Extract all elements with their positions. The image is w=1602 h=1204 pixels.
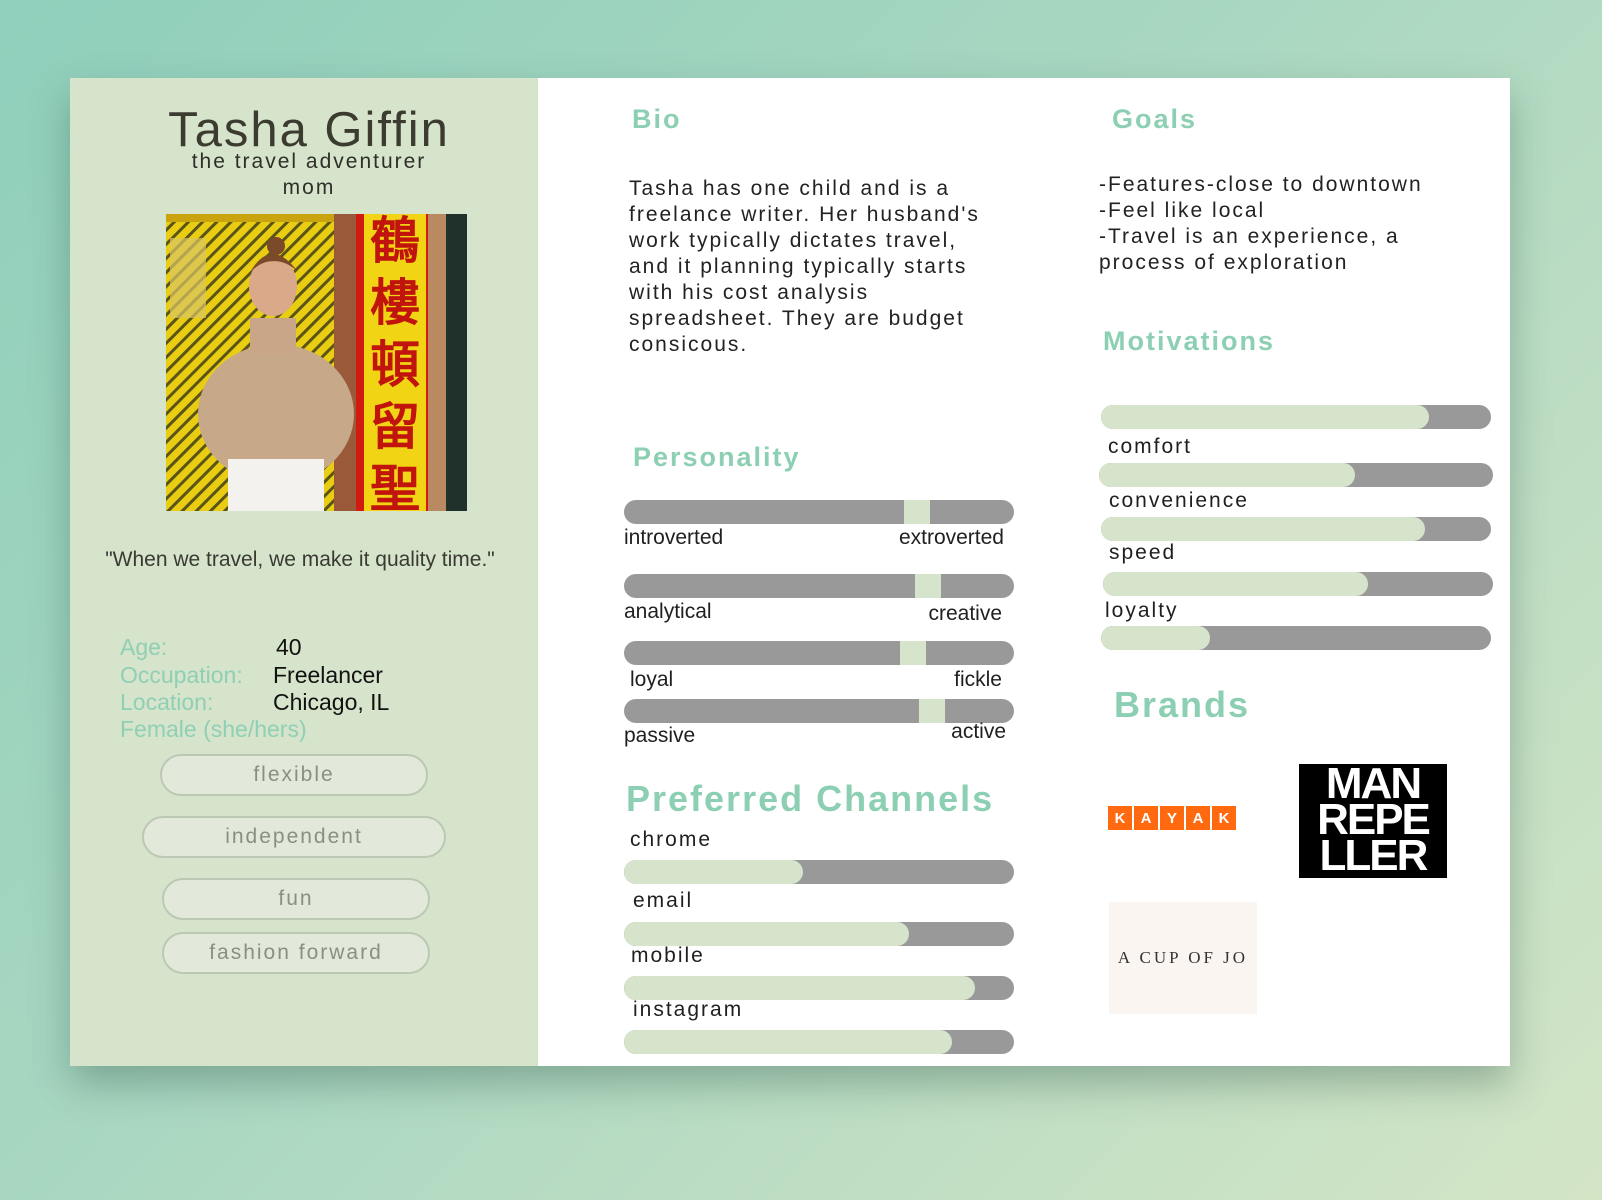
scale-left-label: passive — [624, 724, 696, 747]
channel-label: email — [633, 889, 694, 912]
channel-label: chrome — [630, 828, 713, 851]
channel-bar — [624, 860, 1014, 884]
goal-item: -Features-close to downtown — [1099, 173, 1423, 196]
scale-right-label: fickle — [954, 668, 1002, 691]
goal-item: -Feel like local — [1099, 199, 1266, 222]
scale-marker — [915, 574, 942, 598]
scale-right-label: active — [951, 720, 1006, 743]
motivation-label: speed — [1109, 541, 1177, 564]
channel-bar-fill — [624, 922, 909, 946]
motivation-bar-fill — [1101, 626, 1211, 650]
location-label: Location: — [120, 689, 214, 715]
channel-bar — [624, 1030, 1014, 1054]
gender-label: Female (she/hers) — [120, 716, 307, 742]
motivation-bar-fill — [1099, 463, 1356, 487]
profile-panel: Tasha Giffin the travel adventurer mom 鶴… — [70, 78, 538, 1066]
age-value: 40 — [276, 634, 302, 660]
location-value: Chicago, IL — [273, 689, 390, 715]
trait-pill: independent — [142, 816, 446, 858]
bio-text: Tasha has one child and is a freelance w… — [629, 177, 980, 356]
sign-character: 樓 — [370, 275, 420, 331]
sign-character: 留 — [370, 399, 420, 455]
motivation-label: convenience — [1109, 489, 1249, 512]
personality-heading: Personality — [633, 442, 801, 472]
motivation-bar-fill — [1103, 572, 1369, 596]
man-repeller-line: LLER — [1319, 831, 1429, 880]
trait-pill: fun — [162, 878, 430, 920]
motivation-bar — [1099, 463, 1493, 487]
personality-scale — [624, 500, 1014, 524]
occupation-value: Freelancer — [273, 662, 383, 688]
scale-marker — [903, 500, 930, 524]
motivations-heading: Motivations — [1103, 326, 1276, 356]
motivation-bar-fill — [1101, 405, 1429, 429]
scale-left-label: introverted — [624, 526, 724, 549]
trait-pill: fashion forward — [162, 932, 430, 974]
channel-bar-fill — [624, 1030, 952, 1054]
motivation-bar — [1103, 572, 1493, 596]
personality-scale — [624, 641, 1014, 665]
channel-label: mobile — [631, 944, 705, 967]
motivation-label: comfort — [1108, 435, 1193, 458]
sign-character: 頓 — [370, 337, 420, 393]
details-panel: Bio Tasha has one child and is a freelan… — [538, 78, 1510, 1066]
scale-right-label: extroverted — [898, 526, 1004, 549]
cup-of-jo-logo: A CUP OF JO — [1109, 902, 1257, 1014]
cup-of-jo-wordmark: A CUP OF JO — [1117, 948, 1249, 967]
bio-heading: Bio — [632, 104, 682, 134]
channel-bar-fill — [624, 976, 975, 1000]
kayak-logo: KAYAK — [1108, 806, 1236, 830]
channels-heading: Preferred Channels — [626, 778, 995, 819]
personality-scale — [624, 574, 1014, 598]
age-label: Age: — [120, 634, 168, 660]
goal-item: -Travel is an experience, a process of e… — [1099, 225, 1400, 274]
kayak-letter-tile: K — [1212, 806, 1236, 830]
trait-pill: flexible — [160, 754, 428, 796]
channel-bar-fill — [624, 860, 804, 884]
persona-role: mom — [282, 176, 336, 199]
man-repeller-logo: MAN REPE LLER — [1299, 762, 1447, 880]
kayak-letter-tile: A — [1186, 806, 1210, 830]
persona-tagline: the travel adventurer — [191, 150, 427, 173]
goals-heading: Goals — [1112, 104, 1198, 134]
scale-left-label: loyal — [630, 668, 674, 691]
kayak-letter-tile: K — [1108, 806, 1132, 830]
channel-label: instagram — [633, 998, 744, 1021]
kayak-letter-tile: A — [1134, 806, 1158, 830]
kayak-letter-tile: Y — [1160, 806, 1184, 830]
motivation-label: loyalty — [1105, 599, 1179, 622]
motivation-bar — [1101, 517, 1491, 541]
channel-bar — [624, 976, 1014, 1000]
sign-character: 鶴 — [370, 214, 420, 269]
channel-bar — [624, 922, 1014, 946]
occupation-label: Occupation: — [120, 662, 243, 688]
brands-heading: Brands — [1114, 684, 1251, 725]
scale-marker — [899, 641, 926, 665]
persona-card: Tasha Giffin the travel adventurer mom 鶴… — [70, 78, 1510, 1066]
scale-right-label: creative — [928, 602, 1002, 625]
goals-list: -Features-close to downtown -Feel like l… — [1099, 172, 1459, 276]
scale-left-label: analytical — [624, 600, 712, 623]
motivation-bar-fill — [1101, 517, 1425, 541]
profile-photo: 鶴樓頓留聖 — [166, 214, 467, 511]
motivation-bar — [1101, 626, 1491, 650]
persona-quote: "When we travel, we make it quality time… — [105, 548, 495, 571]
motivation-bar — [1101, 405, 1491, 429]
sign-character: 聖 — [370, 461, 420, 511]
